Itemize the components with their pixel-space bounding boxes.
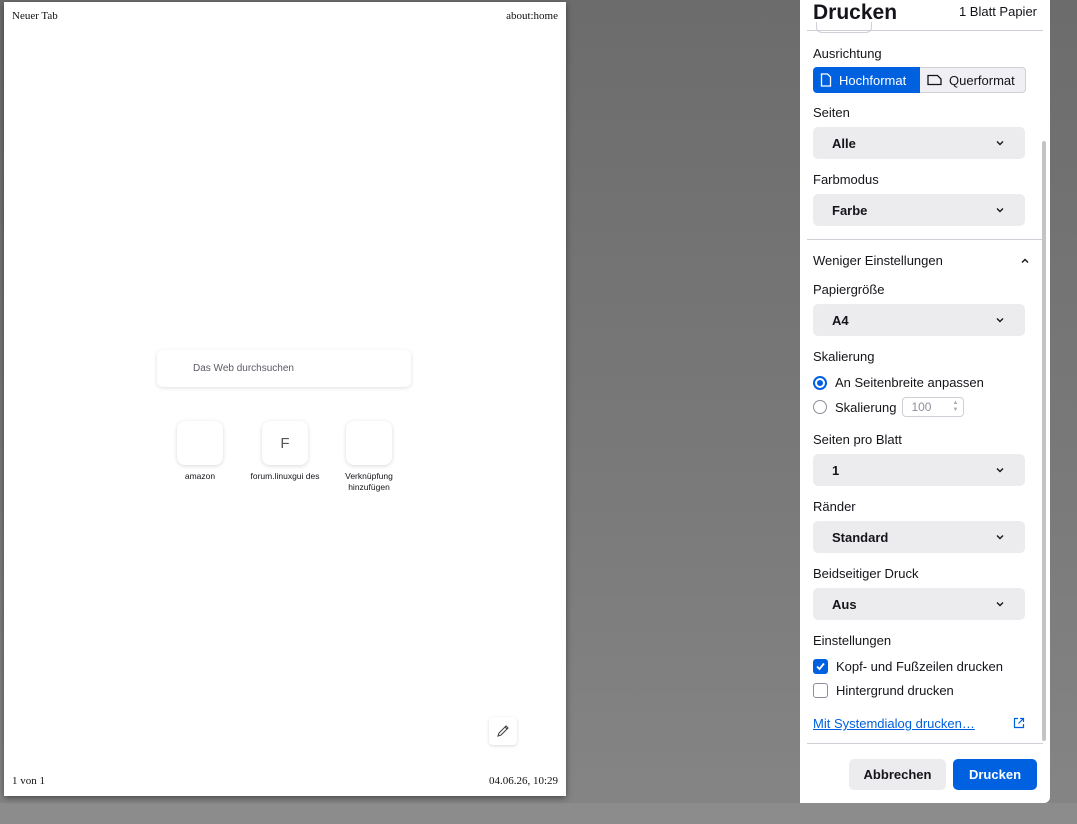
external-link-icon[interactable] — [1013, 717, 1025, 729]
pages-per-sheet-select[interactable]: 1 — [813, 454, 1025, 486]
paper-size-select-value: A4 — [832, 313, 849, 328]
spin-arrows-icon: ▲ ▼ — [952, 400, 959, 413]
less-settings-toggle[interactable]: Weniger Einstellungen — [813, 253, 1030, 268]
scaling-custom-label: Skalierung — [835, 399, 897, 415]
preview-header-right: about:home — [506, 10, 558, 22]
preview-search-placeholder: Das Web durchsuchen — [193, 363, 294, 374]
pages-per-sheet-label: Seiten pro Blatt — [813, 432, 902, 447]
print-preview-page: Neuer Tab about:home Das Web durchsuchen… — [4, 2, 566, 796]
headers-footers-checkbox[interactable] — [813, 659, 828, 674]
scaling-label: Skalierung — [813, 349, 875, 364]
less-settings-label: Weniger Einstellungen — [813, 253, 943, 268]
tile-label: Verknüpfung hinzufügen — [345, 471, 393, 492]
scrolled-control-edge[interactable] — [816, 22, 872, 33]
margins-label: Ränder — [813, 499, 856, 514]
scaling-value: 100 — [911, 400, 932, 414]
orientation-landscape-button[interactable]: Querformat — [920, 67, 1026, 93]
tile-icon-box: F — [262, 421, 308, 465]
preview-tile-amazon: amazon — [165, 421, 235, 482]
preview-tile-add-shortcut: Verknüpfung hinzufügen — [334, 421, 404, 493]
orientation-landscape-label: Querformat — [949, 72, 1015, 88]
landscape-page-icon — [927, 74, 942, 86]
chevron-down-icon — [996, 208, 1004, 213]
sheet-count: 1 Blatt Papier — [958, 4, 1037, 19]
preview-edit-button — [489, 717, 517, 745]
portrait-page-icon — [820, 73, 832, 87]
pages-per-sheet-select-value: 1 — [832, 463, 840, 478]
chevron-down-icon — [996, 141, 1004, 146]
options-label: Einstellungen — [813, 633, 892, 648]
duplex-select[interactable]: Aus — [813, 588, 1025, 620]
orientation-portrait-label: Hochformat — [839, 72, 907, 88]
background-checkbox[interactable] — [813, 683, 828, 698]
scaling-custom-option[interactable]: Skalierung 100 ▲ ▼ — [813, 397, 965, 417]
pencil-icon — [497, 725, 509, 737]
chevron-up-icon — [1021, 258, 1029, 263]
orientation-portrait-button[interactable]: Hochformat — [813, 67, 920, 93]
print-settings-panel: Drucken 1 Blatt Papier Ausrichtung Hochf… — [800, 0, 1050, 803]
tile-icon-box — [346, 421, 392, 465]
section-divider — [807, 239, 1043, 240]
scaling-value-input[interactable]: 100 ▲ ▼ — [902, 397, 965, 417]
orientation-label: Ausrichtung — [813, 46, 882, 61]
headers-footers-option[interactable]: Kopf- und Fußzeilen drucken — [813, 659, 1003, 674]
scaling-fit-width-label: An Seitenbreite anpassen — [835, 375, 984, 390]
scaling-fit-width-option[interactable]: An Seitenbreite anpassen — [813, 375, 984, 390]
background-option[interactable]: Hintergrund drucken — [813, 683, 954, 698]
background-label: Hintergrund drucken — [836, 683, 954, 698]
cancel-button[interactable]: Abbrechen — [849, 759, 946, 790]
preview-header-left: Neuer Tab — [12, 10, 58, 22]
margins-select[interactable]: Standard — [813, 521, 1025, 553]
system-dialog-link[interactable]: Mit Systemdialog drucken… — [813, 716, 975, 731]
orientation-toggle: Hochformat Querformat — [813, 67, 1026, 93]
chevron-down-icon — [996, 318, 1004, 323]
tile-label: amazon — [184, 471, 216, 481]
paper-size-select[interactable]: A4 — [813, 304, 1025, 336]
scaling-custom-radio[interactable] — [813, 400, 827, 414]
chevron-down-icon — [996, 468, 1004, 473]
preview-footer-right: 04.06.26, 10:29 — [488, 775, 558, 787]
checkmark-icon — [816, 662, 825, 671]
pages-select[interactable]: Alle — [813, 127, 1025, 159]
duplex-label: Beidseitiger Druck — [813, 566, 919, 581]
panel-header-divider — [807, 30, 1043, 31]
panel-scrollbar[interactable] — [1042, 141, 1046, 741]
tile-label: forum.linuxgui des — [250, 471, 320, 481]
tile-icon-box — [177, 421, 223, 465]
chevron-down-icon — [996, 535, 1004, 540]
pages-select-value: Alle — [832, 136, 856, 151]
margins-select-value: Standard — [832, 530, 889, 545]
headers-footers-label: Kopf- und Fußzeilen drucken — [836, 659, 1003, 674]
scaling-fit-width-radio[interactable] — [813, 375, 827, 390]
paper-size-label: Papiergröße — [813, 282, 885, 297]
window-bottom-strip — [0, 803, 1077, 824]
duplex-select-value: Aus — [832, 597, 857, 612]
chevron-down-icon — [996, 602, 1004, 607]
preview-search-box: Das Web durchsuchen — [157, 350, 411, 387]
color-mode-select[interactable]: Farbe — [813, 194, 1025, 226]
footer-divider — [807, 743, 1043, 744]
preview-footer-left: 1 von 1 — [12, 775, 45, 787]
pages-label: Seiten — [813, 105, 850, 120]
color-mode-label: Farbmodus — [813, 172, 879, 187]
preview-tile-forum: F forum.linuxgui des — [250, 421, 320, 482]
color-mode-select-value: Farbe — [832, 203, 868, 218]
print-button[interactable]: Drucken — [953, 759, 1037, 790]
